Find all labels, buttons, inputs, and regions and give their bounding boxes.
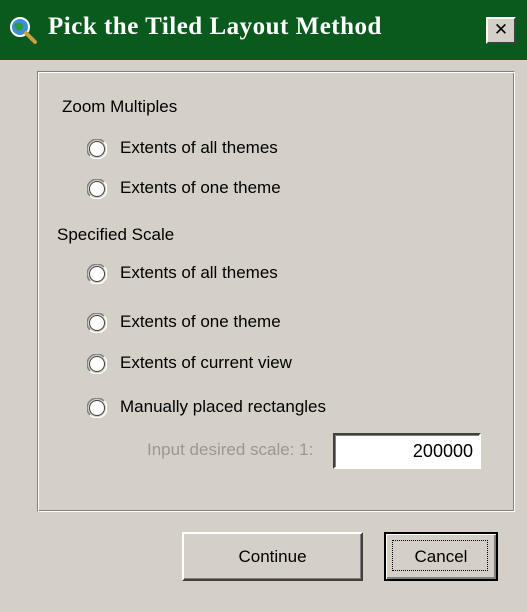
radio-button-icon[interactable] xyxy=(87,179,107,199)
radio-button-icon[interactable] xyxy=(87,354,107,374)
radio-label: Extents of all themes xyxy=(120,138,278,157)
cancel-button[interactable]: Cancel xyxy=(384,532,498,581)
continue-button[interactable]: Continue xyxy=(182,532,363,581)
radio-label: Manually placed rectangles xyxy=(120,397,327,416)
close-icon: ✕ xyxy=(493,20,509,40)
section-label-specified-scale: Specified Scale xyxy=(57,225,175,244)
radio-button-icon[interactable] xyxy=(87,313,107,333)
radio-button-icon[interactable] xyxy=(87,264,107,284)
radio-label: Extents of current view xyxy=(120,353,292,372)
dialog-title: Pick the Tiled Layout Method xyxy=(48,13,382,40)
scale-input[interactable] xyxy=(333,433,481,469)
scale-input-label: Input desired scale: 1: xyxy=(147,440,314,459)
tiled-layout-dialog: Pick the Tiled Layout Method ✕ Zoom Mult… xyxy=(0,0,527,612)
radio-label: Extents of one theme xyxy=(120,178,281,197)
close-button[interactable]: ✕ xyxy=(486,17,516,44)
radio-button-icon[interactable] xyxy=(87,139,107,159)
radio-button-icon[interactable] xyxy=(87,398,107,418)
title-bar[interactable]: Pick the Tiled Layout Method ✕ xyxy=(0,0,527,60)
section-label-zoom-multiples: Zoom Multiples xyxy=(62,97,178,116)
globe-magnifier-icon xyxy=(10,17,37,44)
radio-label: Extents of all themes xyxy=(120,263,278,282)
radio-label: Extents of one theme xyxy=(120,312,281,331)
